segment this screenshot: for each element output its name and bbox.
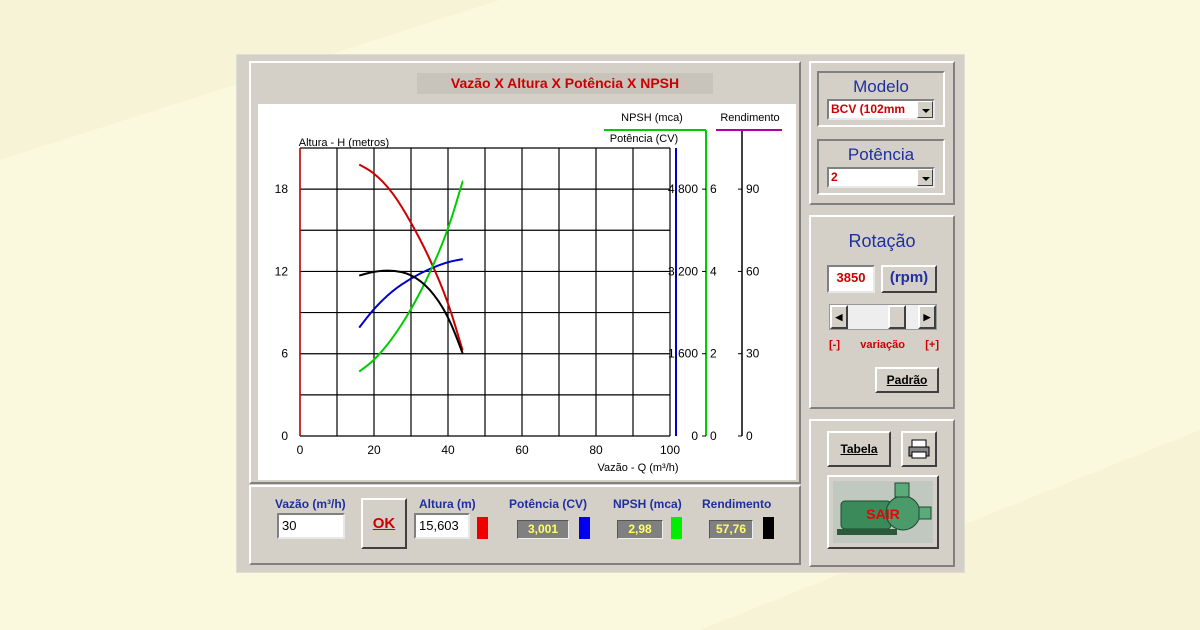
npsh-tick-label: 2 (710, 347, 717, 361)
rendimento-tick-label: 0 (746, 429, 753, 443)
rendimento-tick-label: 60 (746, 264, 760, 278)
chevron-down-icon[interactable] (917, 101, 933, 118)
variacao-minus: [-] (829, 339, 840, 351)
scroll-thumb[interactable] (888, 305, 906, 329)
plot-area: Altura - H (metros) NPSH (mca) Potência (C… (258, 104, 796, 480)
potencia-tick-label: 0 (691, 429, 698, 443)
actions-panel: Tabela SAIR (809, 419, 955, 567)
variacao-label: variação (860, 339, 905, 351)
scroll-right-icon[interactable]: ▶ (918, 305, 936, 329)
altura-label: Altura (m) (419, 497, 476, 511)
chevron-down-icon[interactable] (917, 169, 933, 186)
potencia-color-swatch (579, 517, 590, 539)
rotacao-scrollbar[interactable]: ◀ ▶ (829, 304, 937, 330)
rendimento-tick-label: 30 (746, 347, 760, 361)
sair-label: SAIR (866, 506, 899, 522)
y-tick-label: 18 (275, 182, 289, 196)
npsh-axis-label: NPSH (mca) (621, 112, 683, 124)
potencia-select-value: 2 (831, 170, 838, 184)
variacao-plus: [+] (925, 339, 939, 351)
potencia-tick-label: 3,200 (668, 264, 698, 278)
rendimento-label: Rendimento (702, 497, 772, 511)
y-tick-label: 12 (275, 264, 289, 278)
rotacao-input[interactable]: 3850 (827, 265, 875, 293)
rendimento-tick-label: 90 (746, 182, 760, 196)
main-window: Vazão X Altura X Potência X NPSH Altura … (236, 54, 965, 573)
npsh-tick-label: 6 (710, 182, 717, 196)
potencia-tick-label: 4,800 (668, 182, 698, 196)
printer-icon (908, 439, 930, 459)
y-tick-label: 6 (281, 347, 288, 361)
ok-button[interactable]: OK (361, 498, 407, 549)
npsh-readout: 2,98 (617, 520, 663, 539)
npsh-tick-label: 4 (710, 264, 717, 278)
variacao-row: [-] variação [+] (829, 339, 939, 351)
rotacao-title: Rotação (848, 231, 916, 251)
x-tick-label: 0 (297, 443, 304, 457)
performance-chart: Altura - H (metros) NPSH (mca) Potência (C… (275, 112, 782, 474)
chart-panel: Vazão X Altura X Potência X NPSH Altura … (249, 61, 801, 484)
potencia-label: Potência (CV) (509, 497, 588, 511)
vazao-axis-label: Vazão - Q (m³/h) (597, 462, 678, 474)
rotacao-panel: Rotação 3850 (rpm) ◀ ▶ [-] variação [+] … (809, 215, 955, 409)
potencia-title: Potência (847, 145, 915, 164)
modelo-group: Modelo BCV (102mm (817, 71, 945, 127)
potencia-tick-label: 1,600 (668, 347, 698, 361)
scroll-left-icon[interactable]: ◀ (830, 305, 848, 329)
x-tick-label: 100 (660, 443, 680, 457)
pump-icon: SAIR (833, 481, 933, 543)
altura-input[interactable]: 15,603 (414, 513, 470, 539)
potencia-select[interactable]: 2 (827, 167, 935, 188)
potencia-axis-label: Potência (CV) (610, 133, 678, 145)
x-tick-label: 40 (441, 443, 455, 457)
x-tick-label: 60 (515, 443, 529, 457)
print-button[interactable] (901, 431, 937, 467)
altura-color-swatch (477, 517, 488, 539)
modelo-title: Modelo (853, 77, 909, 96)
rendimento-readout: 57,76 (709, 520, 753, 539)
chart-title: Vazão X Altura X Potência X NPSH (417, 73, 713, 94)
altura-axis-label: Altura - H (metros) (299, 137, 389, 149)
vazao-input[interactable]: 30 (277, 513, 345, 539)
padrao-button[interactable]: Padrão (875, 367, 939, 393)
modelo-panel: Modelo BCV (102mm Potência 2 (809, 61, 955, 205)
vazao-label: Vazão (m³/h) (275, 497, 346, 511)
modelo-select-value: BCV (102mm (831, 102, 906, 116)
x-tick-label: 80 (589, 443, 603, 457)
tabela-button[interactable]: Tabela (827, 431, 891, 467)
modelo-select[interactable]: BCV (102mm (827, 99, 935, 120)
rendimento-color-swatch (763, 517, 774, 539)
y-tick-label: 0 (281, 429, 288, 443)
npsh-tick-label: 0 (710, 429, 717, 443)
sair-button[interactable]: SAIR (827, 475, 939, 549)
x-tick-label: 20 (367, 443, 381, 457)
rendimento-axis-label: Rendimento (720, 112, 779, 124)
npsh-color-swatch (671, 517, 682, 539)
npsh-label: NPSH (mca) (613, 497, 682, 511)
potencia-group: Potência 2 (817, 139, 945, 195)
rotacao-unit: (rpm) (881, 265, 937, 293)
readout-panel: Vazão (m³/h) 30 OK Altura (m) 15,603 Pot… (249, 485, 801, 565)
potencia-readout: 3,001 (517, 520, 569, 539)
